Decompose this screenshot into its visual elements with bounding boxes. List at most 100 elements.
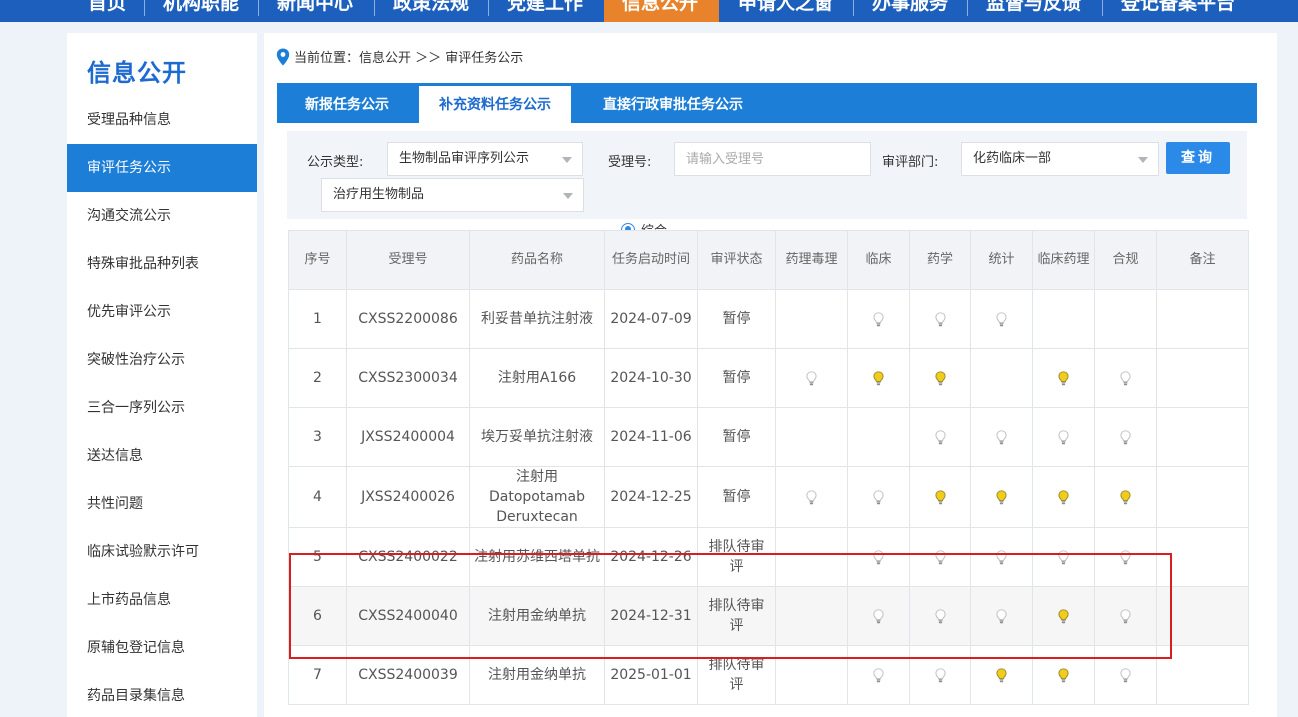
sidebar-item-accepted-varieties[interactable]: 受理品种信息 bbox=[67, 96, 257, 144]
sidebar-item-breakthrough[interactable]: 突破性治疗公示 bbox=[67, 336, 257, 384]
product-subtype-select[interactable]: 治疗用生物制品 bbox=[321, 178, 584, 212]
sidebar-item-review-tasks[interactable]: 审评任务公示 bbox=[67, 144, 257, 192]
cell-review-status: 排队待审评 bbox=[697, 527, 776, 587]
nav-item-news[interactable]: 新闻中心 bbox=[259, 0, 371, 22]
cell-statistics bbox=[970, 466, 1033, 528]
cell-clinical bbox=[847, 466, 910, 528]
cell-pharmacy bbox=[909, 407, 971, 467]
cell-pharmacy bbox=[909, 586, 971, 646]
cell-statistics bbox=[970, 289, 1033, 349]
lightbulb-off-icon bbox=[996, 429, 1007, 444]
cell-statistics bbox=[970, 645, 1033, 705]
sidebar-item-marketed-drugs[interactable]: 上市药品信息 bbox=[67, 576, 257, 624]
sidebar-item-common-issues[interactable]: 共性问题 bbox=[67, 480, 257, 528]
table-row: 3 JXSS2400004 埃万妥单抗注射液 2024-11-06 暂停 bbox=[288, 407, 1249, 467]
lightbulb-on-icon bbox=[1120, 489, 1131, 504]
tab-supplement-tasks[interactable]: 补充资料任务公示 bbox=[419, 86, 571, 123]
lightbulb-off-icon bbox=[996, 608, 1007, 623]
lightbulb-off-icon bbox=[1058, 429, 1069, 444]
nav-item-party[interactable]: 党建工作 bbox=[489, 0, 601, 22]
cell-clinical bbox=[847, 645, 910, 705]
lightbulb-off-icon bbox=[806, 370, 817, 385]
cell-accept-number: JXSS2400026 bbox=[346, 466, 470, 528]
tab-direct-approval-tasks[interactable]: 直接行政审批任务公示 bbox=[585, 83, 761, 123]
sidebar-item-excipient-registration[interactable]: 原辅包登记信息 bbox=[67, 624, 257, 672]
cell-clinical-pharmacology bbox=[1032, 289, 1095, 349]
cell-accept-number: JXSS2400004 bbox=[346, 407, 470, 467]
cell-start-time: 2024-11-06 bbox=[604, 407, 698, 467]
lightbulb-on-icon bbox=[934, 370, 946, 385]
cell-start-time: 2025-01-01 bbox=[604, 645, 698, 705]
chevron-down-icon bbox=[563, 193, 573, 199]
query-button[interactable]: 查询 bbox=[1166, 142, 1230, 174]
sidebar-item-priority-review[interactable]: 优先审评公示 bbox=[67, 288, 257, 336]
main-panel: 当前位置：信息公开 ＞＞ 审评任务公示 新报任务公示 补充资料任务公示 直接行政… bbox=[264, 33, 1277, 717]
nav-item-registration[interactable]: 登记备案平台 bbox=[1103, 0, 1253, 22]
cell-clinical-pharmacology bbox=[1032, 527, 1095, 587]
lightbulb-on-icon bbox=[873, 370, 884, 385]
cell-remark bbox=[1156, 527, 1249, 587]
cell-drug-name: 埃万妥单抗注射液 bbox=[469, 407, 605, 467]
cell-pharmacy bbox=[909, 527, 971, 587]
cell-review-status: 暂停 bbox=[697, 466, 776, 528]
cell-pharmacology bbox=[775, 586, 848, 646]
nav-item-applicant[interactable]: 申请人之窗 bbox=[720, 0, 851, 22]
lightbulb-on-icon bbox=[1058, 489, 1069, 504]
accept-number-input[interactable] bbox=[674, 142, 871, 176]
cell-clinical-pharmacology bbox=[1032, 586, 1095, 646]
cell-no: 7 bbox=[288, 645, 347, 705]
location-pin-icon bbox=[276, 48, 290, 65]
cell-clinical bbox=[847, 586, 910, 646]
lightbulb-on-icon bbox=[996, 489, 1007, 504]
nav-item-service[interactable]: 办事服务 bbox=[854, 0, 966, 22]
tab-new-tasks[interactable]: 新报任务公示 bbox=[277, 83, 417, 123]
sidebar-item-delivery[interactable]: 送达信息 bbox=[67, 432, 257, 480]
nav-item-info-public[interactable]: 信息公开 bbox=[604, 0, 719, 22]
announcement-type-label: 公示类型: bbox=[307, 155, 364, 170]
lightbulb-off-icon bbox=[873, 549, 884, 564]
col-header-remark: 备注 bbox=[1156, 230, 1249, 290]
cell-no: 1 bbox=[288, 289, 347, 349]
sidebar-item-three-in-one[interactable]: 三合一序列公示 bbox=[67, 384, 257, 432]
breadcrumb: 当前位置：信息公开 ＞＞ 审评任务公示 bbox=[276, 47, 523, 66]
lightbulb-off-icon bbox=[934, 667, 946, 682]
cell-start-time: 2024-07-09 bbox=[604, 289, 698, 349]
col-header-statistics: 统计 bbox=[970, 230, 1033, 290]
sidebar-item-communication[interactable]: 沟通交流公示 bbox=[67, 192, 257, 240]
cell-start-time: 2024-10-30 bbox=[604, 348, 698, 408]
col-header-start-time: 任务启动时间 bbox=[604, 230, 698, 290]
col-header-review-status: 审评状态 bbox=[697, 230, 776, 290]
nav-item-policy[interactable]: 政策法规 bbox=[375, 0, 487, 22]
announcement-type-select[interactable]: 生物制品审评序列公示 bbox=[387, 142, 583, 176]
cell-review-status: 排队待审评 bbox=[697, 645, 776, 705]
cell-no: 5 bbox=[288, 527, 347, 587]
review-dept-select[interactable]: 化药临床一部 bbox=[961, 142, 1159, 176]
cell-clinical bbox=[847, 527, 910, 587]
lightbulb-off-icon bbox=[1058, 549, 1069, 564]
task-table: 序号 受理号 药品名称 任务启动时间 审评状态 药理毒理 临床 药学 统计 临床… bbox=[288, 230, 1249, 705]
cell-remark bbox=[1156, 289, 1249, 349]
nav-item-org[interactable]: 机构职能 bbox=[145, 0, 257, 22]
chevron-down-icon bbox=[1138, 157, 1148, 163]
nav-item-feedback[interactable]: 监督与反馈 bbox=[968, 0, 1099, 22]
lightbulb-off-icon bbox=[934, 608, 946, 623]
nav-item-home[interactable]: 首页 bbox=[70, 0, 144, 22]
cell-pharmacology bbox=[775, 466, 848, 528]
sidebar-item-special-approval[interactable]: 特殊审批品种列表 bbox=[67, 240, 257, 288]
top-nav: 首页 机构职能 新闻中心 政策法规 党建工作 信息公开 申请人之窗 办事服务 监… bbox=[0, 0, 1298, 22]
table-row: 4 JXSS2400026 注射用 Datopotamab Deruxtecan 20… bbox=[288, 466, 1249, 528]
cell-start-time: 2024-12-26 bbox=[604, 527, 698, 587]
cell-review-status: 暂停 bbox=[697, 289, 776, 349]
cell-drug-name: 注射用 Datopotamab Deruxtecan bbox=[469, 466, 605, 528]
sidebar-item-clinical-implied[interactable]: 临床试验默示许可 bbox=[67, 528, 257, 576]
lightbulb-off-icon bbox=[934, 311, 946, 326]
lightbulb-off-icon bbox=[1120, 667, 1131, 682]
lightbulb-off-icon bbox=[873, 608, 884, 623]
cell-clinical-pharmacology bbox=[1032, 466, 1095, 528]
cell-accept-number: CXSS2400022 bbox=[346, 527, 470, 587]
table-row: 7 CXSS2400039 注射用金纳单抗 2025-01-01 排队待审评 bbox=[288, 645, 1249, 705]
cell-statistics bbox=[970, 348, 1033, 408]
sidebar: 信息公开 受理品种信息 审评任务公示 沟通交流公示 特殊审批品种列表 优先审评公… bbox=[67, 33, 257, 717]
sidebar-item-drug-catalog[interactable]: 药品目录集信息 bbox=[67, 672, 257, 717]
lightbulb-off-icon bbox=[996, 311, 1007, 326]
